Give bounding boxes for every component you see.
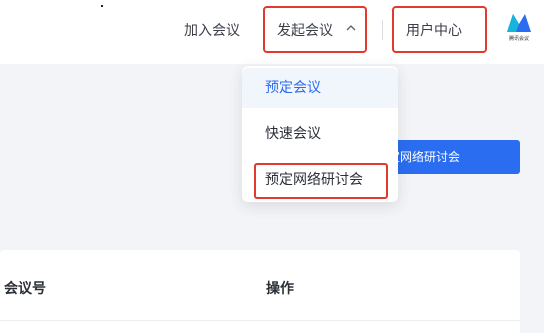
top-navigation-bar: 加入会议 发起会议 用户中心 腾讯会议 [0, 0, 544, 64]
table-header-divider [0, 320, 520, 321]
schedule-webinar-primary-button[interactable]: 预定网络研讨会 [390, 140, 520, 174]
nav-divider [382, 20, 383, 40]
start-meeting-label: 发起会议 [277, 23, 333, 39]
start-meeting-dropdown: 预定会议 快速会议 预定网络研讨会 [242, 66, 398, 202]
user-center-label: 用户中心 [406, 23, 462, 39]
join-meeting-link[interactable]: 加入会议 [184, 16, 240, 46]
menu-item-quick-meeting[interactable]: 快速会议 [242, 114, 398, 154]
user-center-button[interactable]: 用户中心 [392, 6, 487, 53]
logo-caption: 腾讯会议 [508, 36, 529, 42]
column-header-meeting-id: 会议号 [4, 281, 46, 297]
meeting-table: 会议号 操作 [0, 250, 520, 333]
schedule-webinar-primary-label: 预定网络研讨会 [390, 150, 461, 164]
chevron-up-icon [346, 25, 356, 31]
start-meeting-menu[interactable]: 发起会议 [263, 6, 367, 53]
app-logo[interactable]: 腾讯会议 [504, 10, 534, 48]
page: 加入会议 发起会议 用户中心 腾讯会议 预定网络研讨会 预定会议 快速会议 预定… [0, 0, 544, 333]
menu-item-schedule-meeting[interactable]: 预定会议 [242, 68, 398, 108]
tencent-meeting-logo-icon [507, 14, 531, 32]
menu-item-schedule-webinar[interactable]: 预定网络研讨会 [242, 160, 398, 200]
stray-dot [101, 5, 103, 7]
column-header-actions: 操作 [266, 281, 294, 297]
